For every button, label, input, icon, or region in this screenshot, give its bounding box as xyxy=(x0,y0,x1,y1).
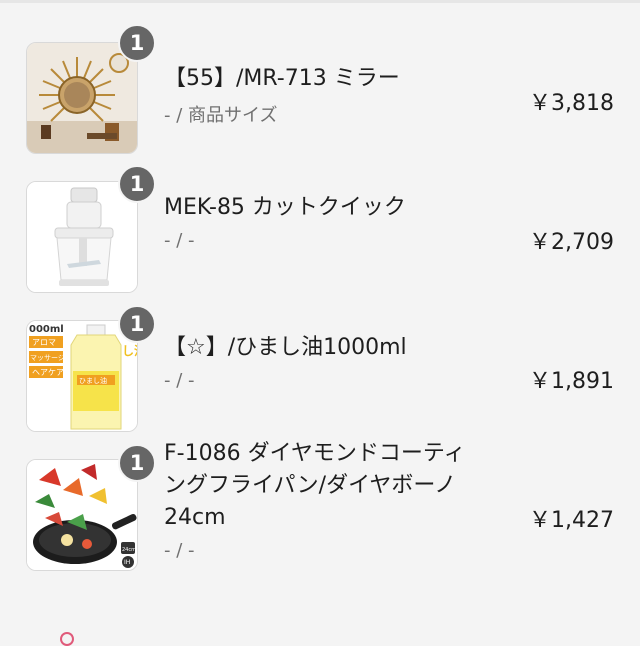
product-thumbnail[interactable]: 000ml アロマ マッサージ ヘアケア ひまし油 し油 xyxy=(26,320,138,432)
quantity-badge: 1 xyxy=(118,24,156,62)
item-options: - / 商品サイズ xyxy=(164,105,278,126)
item-price: ￥1,427 xyxy=(529,508,614,533)
product-thumbnail[interactable] xyxy=(26,181,138,293)
item-title[interactable]: 【☆】/ひまし油1000ml xyxy=(164,332,494,364)
item-price: ￥3,818 xyxy=(529,91,614,116)
thumb-tag-text: マッサージ xyxy=(30,354,65,362)
thumb-tag-text: アロマ xyxy=(32,338,56,347)
item-title[interactable]: F-1086 ダイヤモンドコーティングフライパン/ダイヤボーノ24cm xyxy=(164,438,474,534)
frying-pan-image: 24cm IH xyxy=(27,460,137,570)
item-title[interactable]: 【55】/MR-713 ミラー xyxy=(164,63,494,95)
thumb-ih-text: IH xyxy=(124,559,130,566)
quantity-badge: 1 xyxy=(118,444,156,482)
partial-icon xyxy=(60,632,74,646)
cart-item-list: 1 【55】/MR-713 ミラー - / 商品サイズ ￥3,818 1 MEK… xyxy=(0,0,640,640)
thumb-side-text: し油 xyxy=(122,343,138,358)
product-thumbnail[interactable] xyxy=(26,42,138,154)
item-title[interactable]: MEK-85 カットクイック xyxy=(164,192,494,224)
item-price: ￥2,709 xyxy=(529,230,614,255)
thumb-tag-text: ヘアケア xyxy=(32,368,64,377)
item-options: - / - xyxy=(164,540,195,561)
quantity-badge: 1 xyxy=(118,305,156,343)
food-chopper-image xyxy=(27,182,137,292)
thumb-size-text: 24cm xyxy=(122,547,136,553)
quantity-badge: 1 xyxy=(118,165,156,203)
item-price: ￥1,891 xyxy=(529,369,614,394)
castor-oil-bottle-image: 000ml アロマ マッサージ ヘアケア ひまし油 し油 xyxy=(27,321,138,431)
thumb-bottle-label: ひまし油 xyxy=(79,376,107,385)
item-options: - / - xyxy=(164,370,195,391)
product-thumbnail[interactable]: 24cm IH xyxy=(26,459,138,571)
thumb-volume-text: 000ml xyxy=(29,324,64,335)
sunburst-mirror-image xyxy=(27,43,137,153)
item-options: - / - xyxy=(164,230,195,251)
